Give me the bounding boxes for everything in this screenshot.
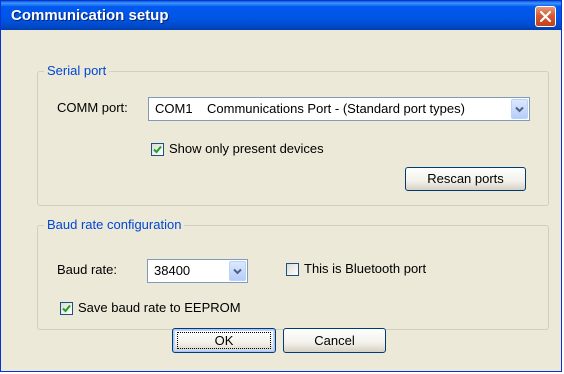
bluetooth-port-checkbox[interactable] — [286, 263, 299, 276]
close-button[interactable] — [535, 6, 556, 27]
chevron-down-icon — [515, 106, 524, 113]
bluetooth-port-label[interactable]: This is Bluetooth port — [304, 261, 426, 276]
comm-port-value: COM1 Communications Port - (Standard por… — [155, 101, 465, 116]
comm-port-label: COMM port: — [57, 100, 128, 115]
baud-rate-group-label: Baud rate configuration — [44, 217, 185, 232]
communication-setup-dialog: Communication setup Serial port COMM por… — [0, 0, 562, 372]
comm-port-dropdown-button[interactable] — [511, 99, 528, 119]
baud-rate-select[interactable]: 38400 — [147, 259, 248, 283]
ok-button-label: OK — [214, 333, 234, 348]
checkmark-icon — [62, 304, 71, 313]
close-icon — [540, 11, 551, 22]
ok-button[interactable]: OK — [172, 328, 276, 353]
window-title: Communication setup — [11, 7, 169, 24]
baud-rate-value: 38400 — [154, 263, 191, 278]
show-present-devices-checkbox[interactable] — [151, 143, 164, 156]
title-bar[interactable]: Communication setup — [1, 1, 561, 30]
cancel-button[interactable]: Cancel — [283, 328, 386, 353]
baud-rate-label: Baud rate: — [57, 262, 117, 277]
rescan-ports-button[interactable]: Rescan ports — [405, 167, 526, 191]
show-present-devices-label[interactable]: Show only present devices — [169, 141, 324, 156]
comm-port-select[interactable]: COM1 Communications Port - (Standard por… — [148, 97, 530, 121]
serial-port-group: Serial port COMM port: COM1 Communicatio… — [37, 63, 549, 206]
baud-rate-group: Baud rate configuration Baud rate: 38400… — [37, 217, 549, 330]
serial-port-group-label: Serial port — [44, 63, 110, 78]
save-eeprom-label[interactable]: Save baud rate to EEPROM — [78, 300, 241, 315]
baud-rate-dropdown-button[interactable] — [229, 261, 246, 281]
checkmark-icon — [153, 145, 162, 154]
chevron-down-icon — [233, 268, 242, 275]
save-eeprom-checkbox[interactable] — [60, 302, 73, 315]
dialog-body: Serial port COMM port: COM1 Communicatio… — [4, 30, 558, 368]
